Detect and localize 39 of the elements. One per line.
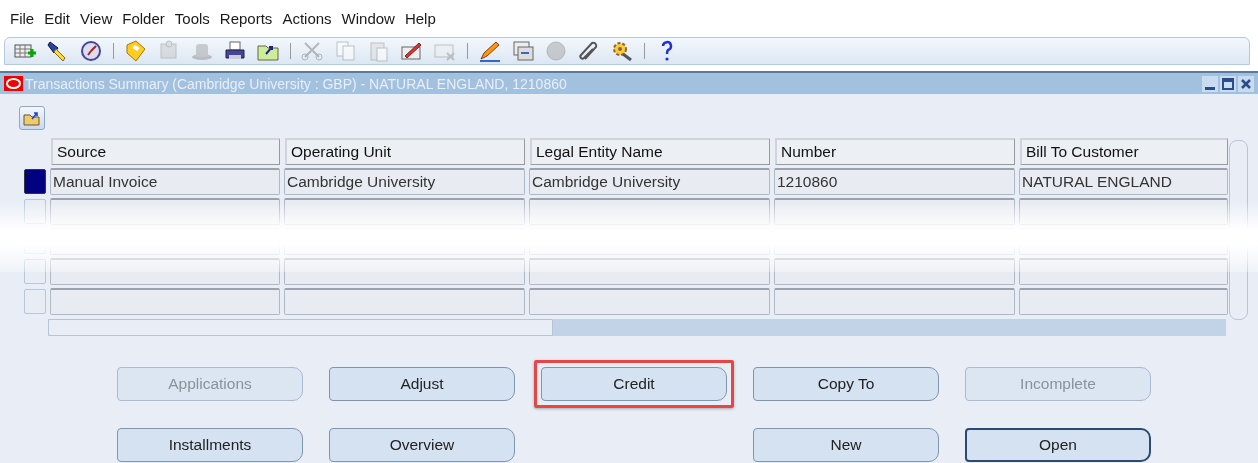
menu-item[interactable]: Help bbox=[398, 9, 440, 27]
column-header[interactable]: Source bbox=[51, 138, 280, 165]
clock-icon[interactable] bbox=[79, 39, 103, 63]
menu-item[interactable]: Window bbox=[335, 9, 399, 27]
menu-item[interactable]: File bbox=[4, 9, 39, 27]
maximize-icon[interactable] bbox=[1220, 75, 1236, 92]
menu-item[interactable]: Tools bbox=[168, 9, 214, 27]
action-button[interactable]: Credit bbox=[541, 367, 727, 401]
window-title: Transactions Summary (Cambridge University : GBP) - NATURAL ENGLAND, 1210860 bbox=[25, 75, 568, 92]
action-button[interactable]: Copy To bbox=[753, 367, 939, 401]
vertical-scrollbar[interactable] bbox=[1229, 140, 1248, 320]
table-cell: Cambridge University bbox=[284, 168, 525, 195]
logo-icon bbox=[4, 76, 23, 91]
close-icon[interactable] bbox=[1238, 75, 1254, 92]
table-cell: 1210860 bbox=[774, 168, 1015, 195]
window-icon[interactable] bbox=[511, 39, 535, 63]
pencil-icon[interactable] bbox=[478, 39, 502, 63]
table-cell: Cambridge University bbox=[529, 168, 770, 195]
minimize-icon[interactable] bbox=[1202, 75, 1218, 92]
action-button[interactable]: New bbox=[753, 428, 939, 462]
action-button[interactable]: Adjust bbox=[329, 367, 515, 401]
action-button[interactable]: Overview bbox=[329, 428, 515, 462]
menu-item[interactable]: Folder bbox=[116, 9, 169, 27]
menu-item[interactable]: View bbox=[74, 9, 117, 27]
open-folder-button[interactable] bbox=[19, 106, 45, 130]
horizontal-scrollbar[interactable] bbox=[48, 319, 1226, 336]
menu-item[interactable]: Actions bbox=[276, 9, 336, 27]
table-cell: NATURAL ENGLAND bbox=[1019, 168, 1228, 195]
column-header[interactable]: Operating Unit bbox=[285, 138, 525, 165]
table-cell: Manual Invoice bbox=[50, 168, 280, 195]
gear-icon[interactable] bbox=[610, 39, 634, 63]
column-header[interactable]: Number bbox=[775, 138, 1015, 165]
menu-item[interactable]: Edit bbox=[38, 9, 75, 27]
folder-icon bbox=[23, 110, 41, 126]
column-header[interactable]: Legal Entity Name bbox=[530, 138, 770, 165]
menu-item[interactable]: Reports bbox=[213, 9, 277, 27]
action-button[interactable]: Installments bbox=[117, 428, 303, 462]
action-button[interactable]: Open bbox=[965, 428, 1151, 462]
column-header[interactable]: Bill To Customer bbox=[1020, 138, 1228, 165]
